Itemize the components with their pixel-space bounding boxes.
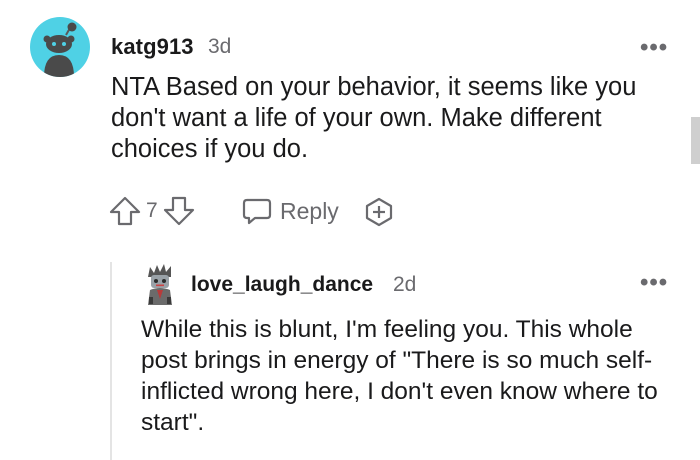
reply-more-options-button[interactable]: •••	[640, 271, 668, 295]
arrow-up-icon	[109, 196, 141, 226]
award-button[interactable]	[363, 196, 395, 228]
award-plus-icon	[365, 197, 393, 227]
reply-body: While this is blunt, I'm feeling you. Th…	[141, 316, 658, 436]
custom-avatar-icon	[148, 264, 172, 305]
reply-label: Reply	[280, 197, 339, 224]
snoo-avatar-icon	[43, 22, 77, 77]
reply-user-avatar[interactable]	[144, 263, 176, 305]
comment-timestamp[interactable]: 3d	[208, 35, 231, 59]
upvote-button[interactable]	[108, 194, 142, 228]
thread-line[interactable]	[110, 262, 112, 460]
user-avatar[interactable]	[30, 17, 90, 77]
reply-button[interactable]: Reply	[240, 194, 339, 228]
vote-count: 7	[146, 199, 158, 222]
comment-username[interactable]: katg913	[111, 34, 194, 60]
reply-timestamp[interactable]: 2d	[393, 273, 416, 297]
comment-more-options-button[interactable]: •••	[640, 36, 668, 60]
scrollbar-thumb[interactable]	[691, 117, 700, 164]
downvote-button[interactable]	[162, 194, 196, 228]
comment-body: NTA Based on your behavior, it seems lik…	[111, 73, 637, 163]
arrow-down-icon	[163, 196, 194, 226]
reply-username[interactable]: love_laugh_dance	[191, 273, 373, 297]
vote-controls: 7	[108, 194, 196, 228]
comment-bubble-icon	[242, 198, 272, 225]
